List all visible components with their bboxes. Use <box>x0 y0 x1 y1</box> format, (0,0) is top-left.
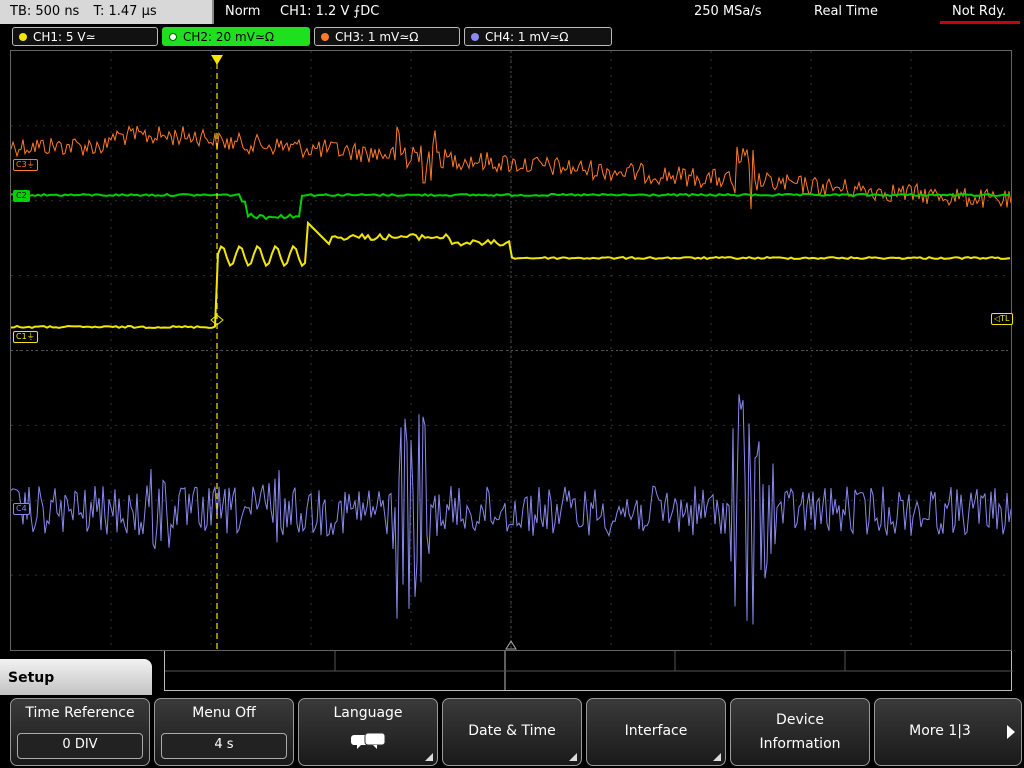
ch1-offset-marker[interactable]: C1⏚ <box>13 331 38 343</box>
ch1-dot-icon <box>19 33 27 41</box>
trigger-mode[interactable]: Norm <box>225 0 260 24</box>
graticule <box>11 51 1011 650</box>
ch3-label: CH3: 1 mV≃Ω <box>335 30 419 44</box>
acquisition-mode: Real Time <box>814 4 878 19</box>
ch2-label: CH2: 20 mV≃Ω <box>183 30 275 44</box>
submenu-indicator-icon <box>425 753 433 761</box>
language-softkey[interactable]: Language <box>298 698 438 766</box>
channel-tab-ch2[interactable]: CH2: 20 mV≃Ω <box>162 27 310 46</box>
not-ready-indicator <box>940 21 1020 24</box>
ch2-dot-icon <box>169 33 177 41</box>
channel-tab-ch1[interactable]: CH1: 5 V≃ <box>12 27 158 46</box>
ch4-dot-icon <box>471 33 479 41</box>
sample-rate: 250 MSa/s <box>694 4 762 19</box>
more-label: More 1|3 <box>909 723 971 739</box>
time-reference-label: Time Reference <box>25 705 135 721</box>
menu-off-label: Menu Off <box>192 705 256 721</box>
interface-label: Interface <box>624 723 688 739</box>
device-information-softkey[interactable]: Device Information <box>730 698 870 766</box>
time-reference-value[interactable]: 0 DIV <box>17 733 143 759</box>
trigger-time: T: 1.47 µs <box>93 4 157 19</box>
menu-off-softkey[interactable]: Menu Off 4 s <box>154 698 294 766</box>
zoom-overview-strip[interactable] <box>164 651 1013 691</box>
ch1-label: CH1: 5 V≃ <box>33 30 96 44</box>
menu-title-tab[interactable]: Setup <box>0 659 152 699</box>
next-page-icon <box>1007 725 1015 739</box>
submenu-indicator-icon <box>713 753 721 761</box>
channel-tab-ch3[interactable]: CH3: 1 mV≃Ω <box>314 27 460 46</box>
timebase-box[interactable]: TB: 500 ns T: 1.47 µs <box>0 0 214 24</box>
submenu-indicator-icon <box>569 753 577 761</box>
ch2-offset-marker[interactable]: C2 <box>13 190 30 202</box>
time-reference-softkey[interactable]: Time Reference 0 DIV <box>10 698 150 766</box>
timebase: TB: 500 ns <box>10 4 80 19</box>
overview-ticks <box>165 651 1013 691</box>
menu-off-value[interactable]: 4 s <box>161 733 287 759</box>
waveform-canvas[interactable] <box>11 51 1011 650</box>
device-info-line2: Information <box>759 736 841 752</box>
status-bar: TB: 500 ns T: 1.47 µs Norm CH1: 1.2 V ⨍D… <box>0 0 1024 25</box>
trigger-position-icon[interactable] <box>211 55 223 65</box>
date-time-softkey[interactable]: Date & Time <box>442 698 582 766</box>
channel-tab-ch4[interactable]: CH4: 1 mV≃Ω <box>464 27 612 46</box>
ch4-offset-marker[interactable]: C4 <box>13 503 30 515</box>
waveform-display[interactable]: C3⏚ C2 C1⏚ C4 ◁TL <box>10 50 1013 651</box>
channel-tabs: CH1: 5 V≃ CH2: 20 mV≃Ω CH3: 1 mV≃Ω CH4: … <box>0 25 1024 48</box>
language-label: Language <box>333 705 403 721</box>
trigger-setting[interactable]: CH1: 1.2 V ⨍DC <box>280 0 379 24</box>
date-time-label: Date & Time <box>468 723 556 739</box>
device-info-line1: Device <box>776 712 824 728</box>
more-softkey[interactable]: More 1|3 <box>874 698 1022 766</box>
trigger-level-marker[interactable]: ◁TL <box>991 313 1013 325</box>
speech-bubbles-icon <box>351 732 386 749</box>
ch3-offset-marker[interactable]: C3⏚ <box>13 159 38 171</box>
ch4-label: CH4: 1 mV≃Ω <box>485 30 569 44</box>
ch3-dot-icon <box>321 33 329 41</box>
interface-softkey[interactable]: Interface <box>586 698 726 766</box>
